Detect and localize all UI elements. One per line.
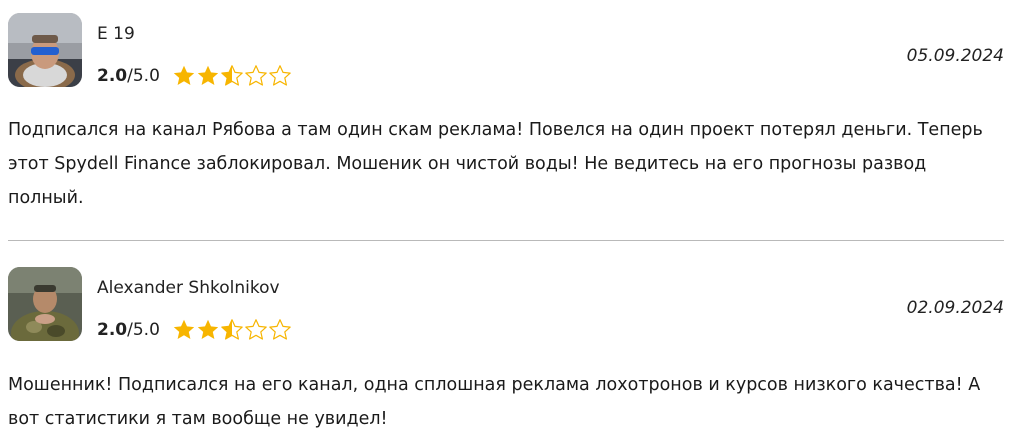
star-full-icon [197, 319, 219, 339]
star-rating [172, 318, 292, 342]
review-card: E 19 2.0/5.0 05.09.2024 Подписался на ка… [0, 0, 1012, 240]
star-half-icon [221, 65, 243, 86]
avatar[interactable] [8, 13, 82, 87]
review-date: 05.09.2024 [906, 46, 1004, 66]
star-empty-icon [245, 319, 267, 340]
rating-value: 2.0 [97, 66, 128, 86]
avatar-photo [8, 267, 82, 341]
star-empty-icon [269, 319, 291, 340]
rating-max: /5.0 [127, 66, 160, 86]
author-name: Alexander Shkolnikov [97, 278, 280, 298]
review-date: 02.09.2024 [906, 298, 1004, 318]
rating: 2.0/5.0 [97, 63, 292, 89]
rating-score: 2.0/5.0 [97, 320, 160, 340]
review-text: Подписался на канал Рябова а там один ск… [8, 120, 983, 208]
star-empty-icon [245, 65, 267, 86]
star-full-icon [173, 65, 195, 85]
author-name: E 19 [97, 24, 135, 44]
rating-score: 2.0/5.0 [97, 66, 160, 86]
star-rating [172, 64, 292, 88]
star-full-icon [173, 319, 195, 339]
avatar-photo [8, 13, 82, 87]
review-text: Мошенник! Подписался на его канал, одна … [8, 375, 981, 429]
star-empty-icon [269, 65, 291, 86]
star-half-icon [221, 319, 243, 340]
rating: 2.0/5.0 [97, 317, 292, 343]
rating-max: /5.0 [127, 320, 160, 340]
star-full-icon [197, 65, 219, 85]
review-card: Alexander Shkolnikov 2.0/5.0 02.09.2024 … [0, 254, 1012, 448]
rating-value: 2.0 [97, 320, 128, 340]
avatar[interactable] [8, 267, 82, 341]
divider [8, 240, 1004, 241]
